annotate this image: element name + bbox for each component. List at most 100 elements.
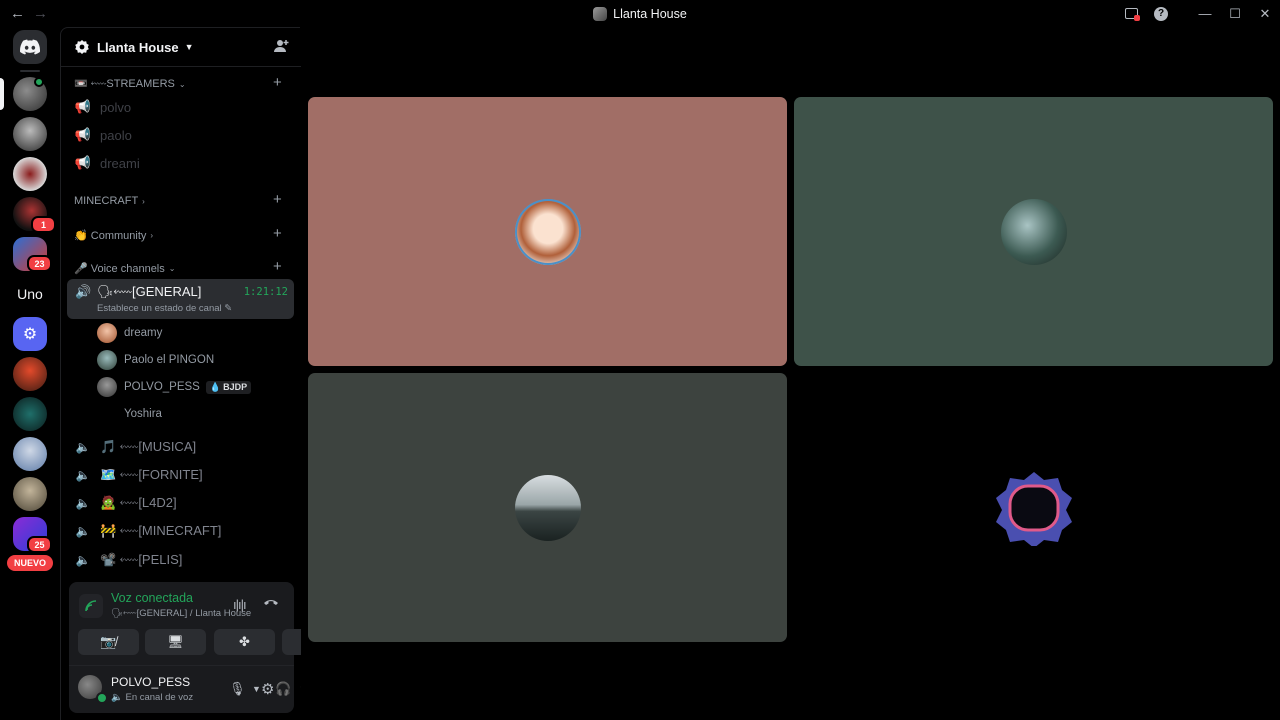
- signal-glyph: [85, 600, 97, 612]
- guild-header[interactable]: Llanta House ▼: [61, 28, 301, 67]
- title-controls: ? — ☐ ✕: [1116, 0, 1280, 27]
- settings-gear-icon[interactable]: ⚙: [261, 680, 274, 698]
- connection-signal-icon[interactable]: [79, 594, 103, 618]
- channel-label: polvo: [100, 99, 132, 115]
- category-minecraft[interactable]: MINECRAFT ›: [74, 193, 145, 209]
- call-timer: 1:21:12: [243, 286, 288, 298]
- channel-label: 🧟 ⬳[L4D2]: [100, 495, 177, 510]
- voice-connected-label[interactable]: Voz conectada: [111, 591, 193, 605]
- category-label: 👏 Community: [74, 229, 147, 242]
- voice-user-polvo[interactable]: POLVO_PESS 💧 BJDP: [97, 376, 252, 398]
- microphone-icon[interactable]: 🎙: [229, 681, 246, 697]
- avatar: [97, 404, 117, 424]
- participant-tile-yoshira[interactable]: [794, 373, 1273, 642]
- participant-tile-polvo[interactable]: [308, 373, 787, 642]
- discord-logo-icon: [20, 39, 40, 55]
- voice-channel-pelis[interactable]: 🔈 📽️ ⬳[PELIS]: [75, 548, 183, 572]
- chevron-right-icon: ›: [150, 230, 154, 240]
- selected-server-indicator: [0, 78, 4, 110]
- voice-channel-l4d2[interactable]: 🔈 🧟 ⬳[L4D2]: [75, 491, 177, 515]
- user-name: Paolo el PINGON: [124, 354, 215, 366]
- category-label: 🎤 Voice channels: [74, 262, 165, 275]
- create-channel-plus-icon[interactable]: +: [273, 191, 282, 208]
- voice-user-dreamy[interactable]: dreamy: [97, 322, 162, 344]
- voice-user-paolo[interactable]: Paolo el PINGON: [97, 349, 214, 371]
- mention-badge: 23: [27, 255, 52, 272]
- server-icon-9[interactable]: [13, 397, 47, 431]
- channel-status-prompt[interactable]: Establece un estado de canal ✎: [97, 303, 232, 314]
- category-community[interactable]: 👏 Community ›: [74, 227, 153, 243]
- server-icon-8[interactable]: [13, 357, 47, 391]
- create-channel-plus-icon[interactable]: +: [273, 74, 282, 91]
- server-icon-3[interactable]: [13, 157, 47, 191]
- voice-user-yoshira[interactable]: Yoshira: [97, 403, 162, 425]
- screen-share-button[interactable]: 🖥: [145, 629, 206, 655]
- channel-label: paolo: [100, 127, 132, 143]
- category-label: MINECRAFT: [74, 195, 139, 207]
- minimize-button[interactable]: —: [1190, 0, 1220, 27]
- activity-tag: 💧 BJDP: [205, 380, 252, 394]
- channel-label: 📽️ ⬳[PELIS]: [100, 552, 183, 567]
- chevron-down-icon[interactable]: ▼: [252, 684, 261, 694]
- server-badge-icon: [75, 40, 89, 54]
- forward-arrow-icon[interactable]: →: [33, 5, 48, 22]
- category-label: 📼 ⬳STREAMERS: [74, 78, 175, 90]
- avatar: [97, 323, 117, 343]
- speaker-icon: 🔈: [75, 524, 91, 538]
- camera-toggle-button[interactable]: 📷̸: [78, 629, 139, 655]
- activity-label: BJDP: [223, 382, 248, 392]
- direct-messages-button[interactable]: [13, 30, 47, 64]
- activities-icon: ✤: [239, 634, 250, 649]
- speaker-icon: 🔈: [75, 440, 91, 454]
- participant-tile-paolo[interactable]: [794, 97, 1273, 366]
- noise-suppression-icon[interactable]: ı|ı|ı: [233, 597, 247, 612]
- category-voice-channels[interactable]: 🎤 Voice channels ⌄: [74, 260, 175, 276]
- back-arrow-icon[interactable]: ←: [10, 5, 25, 22]
- channel-polvo[interactable]: 📢 polvo: [75, 95, 131, 119]
- megaphone-icon: 📢: [74, 127, 92, 142]
- avatar: [514, 474, 581, 541]
- voice-channel-musica[interactable]: 🔈 🎵 ⬳[MUSICA]: [75, 435, 197, 459]
- create-channel-plus-icon[interactable]: +: [273, 225, 282, 242]
- current-user-name[interactable]: POLVO_PESS: [111, 675, 190, 689]
- user-name: dreamy: [124, 327, 163, 339]
- chevron-down-icon: ▼: [184, 42, 194, 52]
- window-title-group: Llanta House: [0, 0, 1280, 27]
- server-icon-10[interactable]: [13, 437, 47, 471]
- create-channel-plus-icon[interactable]: +: [273, 258, 282, 275]
- speaker-icon: 🔈: [111, 692, 123, 703]
- category-streamers[interactable]: 📼 ⬳STREAMERS ⌄: [74, 76, 186, 92]
- live-indicator-icon: [34, 77, 44, 87]
- avatar: [97, 350, 117, 370]
- add-member-icon[interactable]: [274, 39, 289, 56]
- disconnect-icon[interactable]: [263, 595, 279, 610]
- server-icon-2[interactable]: [13, 117, 47, 151]
- participant-tile-dreamy[interactable]: [308, 97, 787, 366]
- status-text: En canal de voz: [125, 692, 194, 703]
- new-badge[interactable]: NUEVO: [7, 555, 53, 571]
- server-icon-11[interactable]: [13, 477, 47, 511]
- title-bar: ← → Llanta House ? — ☐ ✕: [0, 0, 1280, 27]
- headphones-icon[interactable]: 🎧: [275, 681, 291, 697]
- voice-channel-fornite[interactable]: 🔈 🗺️ ⬳[FORNITE]: [75, 463, 203, 487]
- voice-channel-general[interactable]: 🔊 🗣⬳[GENERAL] 1:21:12 Establece un estad…: [67, 279, 294, 319]
- channel-dreami[interactable]: 📢 dreami: [75, 151, 140, 175]
- panel-divider: [69, 665, 294, 666]
- channel-label: 🗣⬳[GENERAL]: [97, 284, 202, 299]
- inbox-button[interactable]: [1116, 0, 1146, 27]
- voice-channel-minecraft[interactable]: 🔈 🚧 ⬳[MINECRAFT]: [75, 519, 222, 543]
- server-icon-7[interactable]: ⚙: [13, 317, 47, 351]
- channel-paolo[interactable]: 📢 paolo: [75, 123, 132, 147]
- mention-badge: 1: [31, 216, 56, 233]
- maximize-button[interactable]: ☐: [1220, 0, 1250, 27]
- speaker-icon: 🔈: [75, 553, 91, 567]
- controls-spacer: [1176, 0, 1190, 27]
- add-member-glyph: [274, 40, 289, 52]
- help-button[interactable]: ?: [1146, 0, 1176, 27]
- server-uno[interactable]: Uno: [13, 277, 47, 311]
- speaker-icon: 🔈: [75, 468, 91, 482]
- activities-button[interactable]: ✤: [214, 629, 275, 655]
- screen-share-icon: 🖥: [167, 634, 184, 649]
- close-button[interactable]: ✕: [1250, 0, 1280, 27]
- voice-connected-channel[interactable]: 🗣⬳[GENERAL] / Llanta House: [111, 608, 251, 619]
